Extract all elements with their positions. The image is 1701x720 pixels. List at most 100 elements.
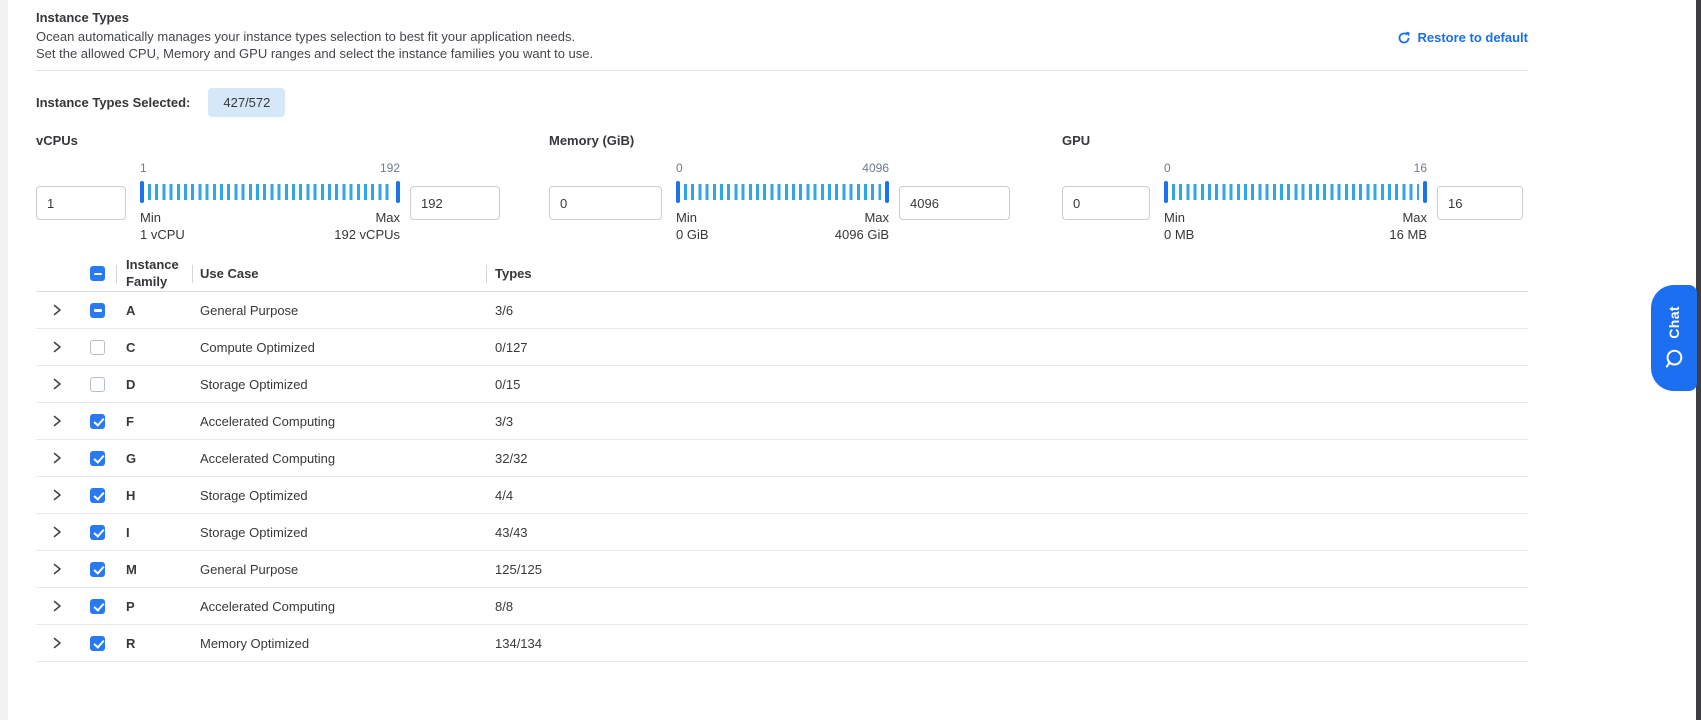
description-line-1: Ocean automatically manages your instanc… <box>36 29 575 44</box>
table-row: A General Purpose 3/6 <box>36 292 1528 329</box>
types-count-cell: 0/127 <box>486 340 1528 355</box>
vcpus-min-sub-label: 1 vCPU <box>140 227 185 242</box>
chat-button[interactable]: Chat <box>1651 285 1697 391</box>
restore-to-default-label: Restore to default <box>1417 30 1528 45</box>
vcpus-max-input[interactable] <box>410 186 500 220</box>
page-left-edge <box>0 0 8 720</box>
refresh-icon <box>1397 31 1411 45</box>
expand-row-button[interactable] <box>50 414 64 428</box>
gpu-min-input[interactable] <box>1062 186 1150 220</box>
use-case-cell: Accelerated Computing <box>192 451 486 466</box>
row-checkbox[interactable] <box>90 303 105 318</box>
vcpus-min-input[interactable] <box>36 186 126 220</box>
chevron-right-icon <box>50 303 64 317</box>
vcpus-range-slider: 1 192 Min Max 1 vCPU 192 vCPUs <box>140 161 400 242</box>
row-checkbox[interactable] <box>90 340 105 355</box>
memory-max-sub-label: 4096 GiB <box>835 227 889 242</box>
gpu-max-input[interactable] <box>1437 186 1523 220</box>
types-count-cell: 8/8 <box>486 599 1528 614</box>
instance-family-cell: D <box>116 377 192 392</box>
row-checkbox[interactable] <box>90 636 105 651</box>
instance-types-selected-row: Instance Types Selected: 427/572 <box>36 88 285 117</box>
table-header-row: Instance Family Use Case Types <box>36 256 1528 292</box>
restore-to-default-button[interactable]: Restore to default <box>1397 30 1528 45</box>
expand-row-button[interactable] <box>50 488 64 502</box>
table-row: R Memory Optimized 134/134 <box>36 625 1528 662</box>
column-header-instance-family: Instance Family <box>116 256 192 291</box>
chevron-right-icon <box>50 636 64 650</box>
table-row: G Accelerated Computing 32/32 <box>36 440 1528 477</box>
vcpus-slider-max-handle[interactable] <box>396 181 400 203</box>
gpu-max-caption: Max <box>1402 210 1427 225</box>
vcpus-min-caption: Min <box>140 210 161 225</box>
expand-row-button[interactable] <box>50 525 64 539</box>
table-row: D Storage Optimized 0/15 <box>36 366 1528 403</box>
table-row: P Accelerated Computing 8/8 <box>36 588 1528 625</box>
expand-row-button[interactable] <box>50 451 64 465</box>
gpu-range-min-label: 0 <box>1164 161 1171 177</box>
memory-range-min-label: 0 <box>676 161 683 177</box>
expand-row-button[interactable] <box>50 303 64 317</box>
vcpus-max-caption: Max <box>375 210 400 225</box>
expand-row-button[interactable] <box>50 636 64 650</box>
types-count-cell: 134/134 <box>486 636 1528 651</box>
expand-row-button[interactable] <box>50 599 64 613</box>
row-checkbox[interactable] <box>90 488 105 503</box>
table-body: A General Purpose 3/6 C Compute Optimize… <box>36 292 1528 662</box>
gpu-slider-min-handle[interactable] <box>1164 181 1168 203</box>
selected-count-badge: 427/572 <box>208 88 285 117</box>
types-count-cell: 125/125 <box>486 562 1528 577</box>
vcpus-range-min-label: 1 <box>140 161 147 177</box>
selected-count-label: Instance Types Selected: <box>36 95 190 110</box>
gpu-min-sub-label: 0 MB <box>1164 227 1194 242</box>
instance-types-header-section: Instance Types Ocean automatically manag… <box>36 0 1528 71</box>
row-checkbox[interactable] <box>90 451 105 466</box>
instance-family-cell: M <box>116 562 192 577</box>
memory-max-input[interactable] <box>899 186 1010 220</box>
instance-family-cell: F <box>116 414 192 429</box>
types-count-cell: 32/32 <box>486 451 1528 466</box>
expand-row-button[interactable] <box>50 377 64 391</box>
memory-slider-min-handle[interactable] <box>676 181 680 203</box>
description-line-2: Set the allowed CPU, Memory and GPU rang… <box>36 46 593 61</box>
types-count-cell: 3/6 <box>486 303 1528 318</box>
gpu-range-slider: 0 16 Min Max 0 MB 16 MB <box>1164 161 1427 242</box>
memory-min-input[interactable] <box>549 186 662 220</box>
gpu-min-caption: Min <box>1164 210 1185 225</box>
memory-title: Memory (GiB) <box>549 133 634 148</box>
instance-family-cell: I <box>116 525 192 540</box>
memory-max-caption: Max <box>864 210 889 225</box>
use-case-cell: Storage Optimized <box>192 525 486 540</box>
gpu-slider-max-handle[interactable] <box>1423 181 1427 203</box>
memory-range-slider: 0 4096 Min Max 0 GiB 4096 GiB <box>676 161 889 242</box>
use-case-cell: General Purpose <box>192 303 486 318</box>
table-row: C Compute Optimized 0/127 <box>36 329 1528 366</box>
header-checkbox[interactable] <box>90 266 105 281</box>
table-row: M General Purpose 125/125 <box>36 551 1528 588</box>
vcpus-slider-min-handle[interactable] <box>140 181 144 203</box>
chat-bubble-icon <box>1663 348 1685 370</box>
row-checkbox[interactable] <box>90 377 105 392</box>
page-title: Instance Types <box>36 10 129 25</box>
instance-families-table: Instance Family Use Case Types A General… <box>36 256 1528 662</box>
slider-ticks <box>148 184 392 200</box>
instance-family-cell: H <box>116 488 192 503</box>
memory-min-sub-label: 0 GiB <box>676 227 709 242</box>
row-checkbox[interactable] <box>90 599 105 614</box>
use-case-cell: Storage Optimized <box>192 377 486 392</box>
row-checkbox[interactable] <box>90 562 105 577</box>
row-checkbox[interactable] <box>90 525 105 540</box>
chevron-right-icon <box>50 377 64 391</box>
row-checkbox[interactable] <box>90 414 105 429</box>
types-count-cell: 3/3 <box>486 414 1528 429</box>
instance-family-cell: R <box>116 636 192 651</box>
expand-row-button[interactable] <box>50 562 64 576</box>
instance-family-cell: P <box>116 599 192 614</box>
use-case-cell: General Purpose <box>192 562 486 577</box>
chevron-right-icon <box>50 525 64 539</box>
slider-ticks <box>684 184 881 200</box>
memory-slider-max-handle[interactable] <box>885 181 889 203</box>
expand-row-button[interactable] <box>50 340 64 354</box>
gpu-slider-track <box>1164 181 1427 203</box>
table-row: I Storage Optimized 43/43 <box>36 514 1528 551</box>
